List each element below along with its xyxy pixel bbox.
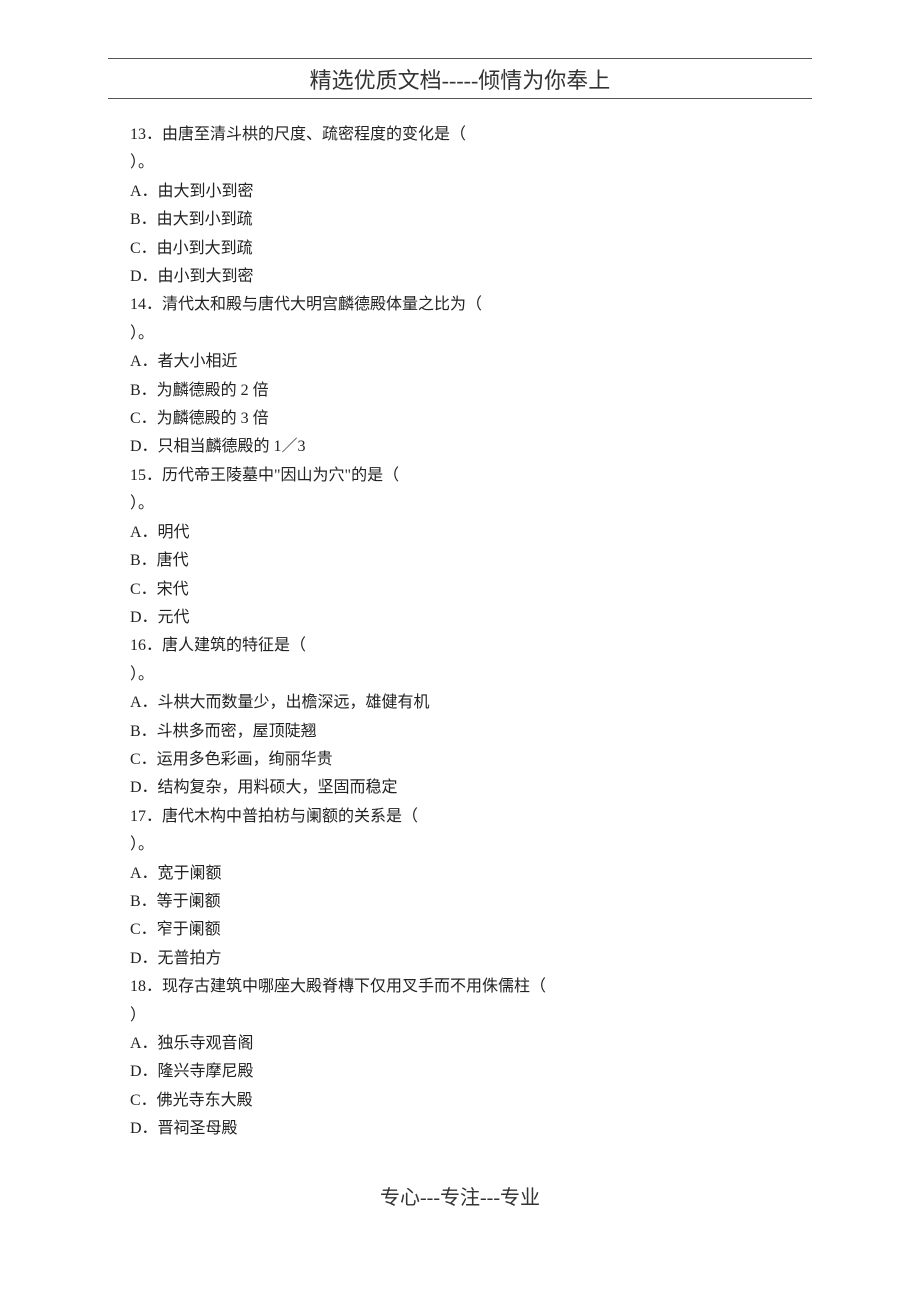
q15-stem-line2: ）。 bbox=[130, 490, 790, 518]
q13-stem-line1: 13．由唐至清斗栱的尺度、疏密程度的变化是（ bbox=[130, 121, 790, 149]
q17-stem-line1: 17．唐代木构中普拍枋与阑额的关系是（ bbox=[130, 803, 790, 831]
q15-option-c: C．宋代 bbox=[130, 576, 790, 604]
content-body: 13．由唐至清斗栱的尺度、疏密程度的变化是（ ）。 A．由大到小到密 B．由大到… bbox=[130, 121, 790, 1144]
q18-option-b: D．隆兴寺摩尼殿 bbox=[130, 1058, 790, 1086]
q16-stem-line2: ）。 bbox=[130, 661, 790, 689]
q13-stem-line2: ）。 bbox=[130, 149, 790, 177]
footer-text: 专心---专注---专业 bbox=[0, 1181, 920, 1210]
header-rule-top bbox=[108, 58, 812, 59]
q14-stem-line2: ）。 bbox=[130, 320, 790, 348]
document-page: 精选优质文档-----倾情为你奉上 13．由唐至清斗栱的尺度、疏密程度的变化是（… bbox=[0, 0, 920, 1302]
header-block: 精选优质文档-----倾情为你奉上 bbox=[108, 58, 812, 99]
q18-stem-line2: ） bbox=[130, 1002, 790, 1030]
q17-option-c: C．窄于阑额 bbox=[130, 916, 790, 944]
q18-option-d: D．晋祠圣母殿 bbox=[130, 1115, 790, 1143]
q15-stem-line1: 15．历代帝王陵墓中"因山为穴"的是（ bbox=[130, 462, 790, 490]
q14-stem-line1: 14．清代太和殿与唐代大明宫麟德殿体量之比为（ bbox=[130, 291, 790, 319]
q14-option-a: A．者大小相近 bbox=[130, 348, 790, 376]
q13-option-b: B．由大到小到疏 bbox=[130, 206, 790, 234]
q16-option-c: C．运用多色彩画，绚丽华贵 bbox=[130, 746, 790, 774]
q14-option-c: C．为麟德殿的 3 倍 bbox=[130, 405, 790, 433]
q16-option-a: A．斗栱大而数量少，出檐深远，雄健有机 bbox=[130, 689, 790, 717]
q13-option-c: C．由小到大到疏 bbox=[130, 235, 790, 263]
q13-option-d: D．由小到大到密 bbox=[130, 263, 790, 291]
header-rule-bottom bbox=[108, 98, 812, 99]
q16-option-b: B．斗栱多而密，屋顶陡翘 bbox=[130, 718, 790, 746]
q16-stem-line1: 16．唐人建筑的特征是（ bbox=[130, 632, 790, 660]
q16-option-d: D．结构复杂，用料硕大，坚固而稳定 bbox=[130, 774, 790, 802]
header-title: 精选优质文档-----倾情为你奉上 bbox=[108, 63, 812, 95]
q18-stem-line1: 18．现存古建筑中哪座大殿脊槫下仅用叉手而不用侏儒柱（ bbox=[130, 973, 790, 1001]
q17-option-b: B．等于阑额 bbox=[130, 888, 790, 916]
q15-option-b: B．唐代 bbox=[130, 547, 790, 575]
q18-option-a: A．独乐寺观音阁 bbox=[130, 1030, 790, 1058]
q14-option-b: B．为麟德殿的 2 倍 bbox=[130, 377, 790, 405]
q15-option-a: A．明代 bbox=[130, 519, 790, 547]
q13-option-a: A．由大到小到密 bbox=[130, 178, 790, 206]
q14-option-d: D．只相当麟德殿的 1／3 bbox=[130, 433, 790, 461]
q15-option-d: D．元代 bbox=[130, 604, 790, 632]
q17-stem-line2: ）。 bbox=[130, 831, 790, 859]
q18-option-c: C．佛光寺东大殿 bbox=[130, 1087, 790, 1115]
q17-option-d: D．无普拍方 bbox=[130, 945, 790, 973]
q17-option-a: A．宽于阑额 bbox=[130, 860, 790, 888]
